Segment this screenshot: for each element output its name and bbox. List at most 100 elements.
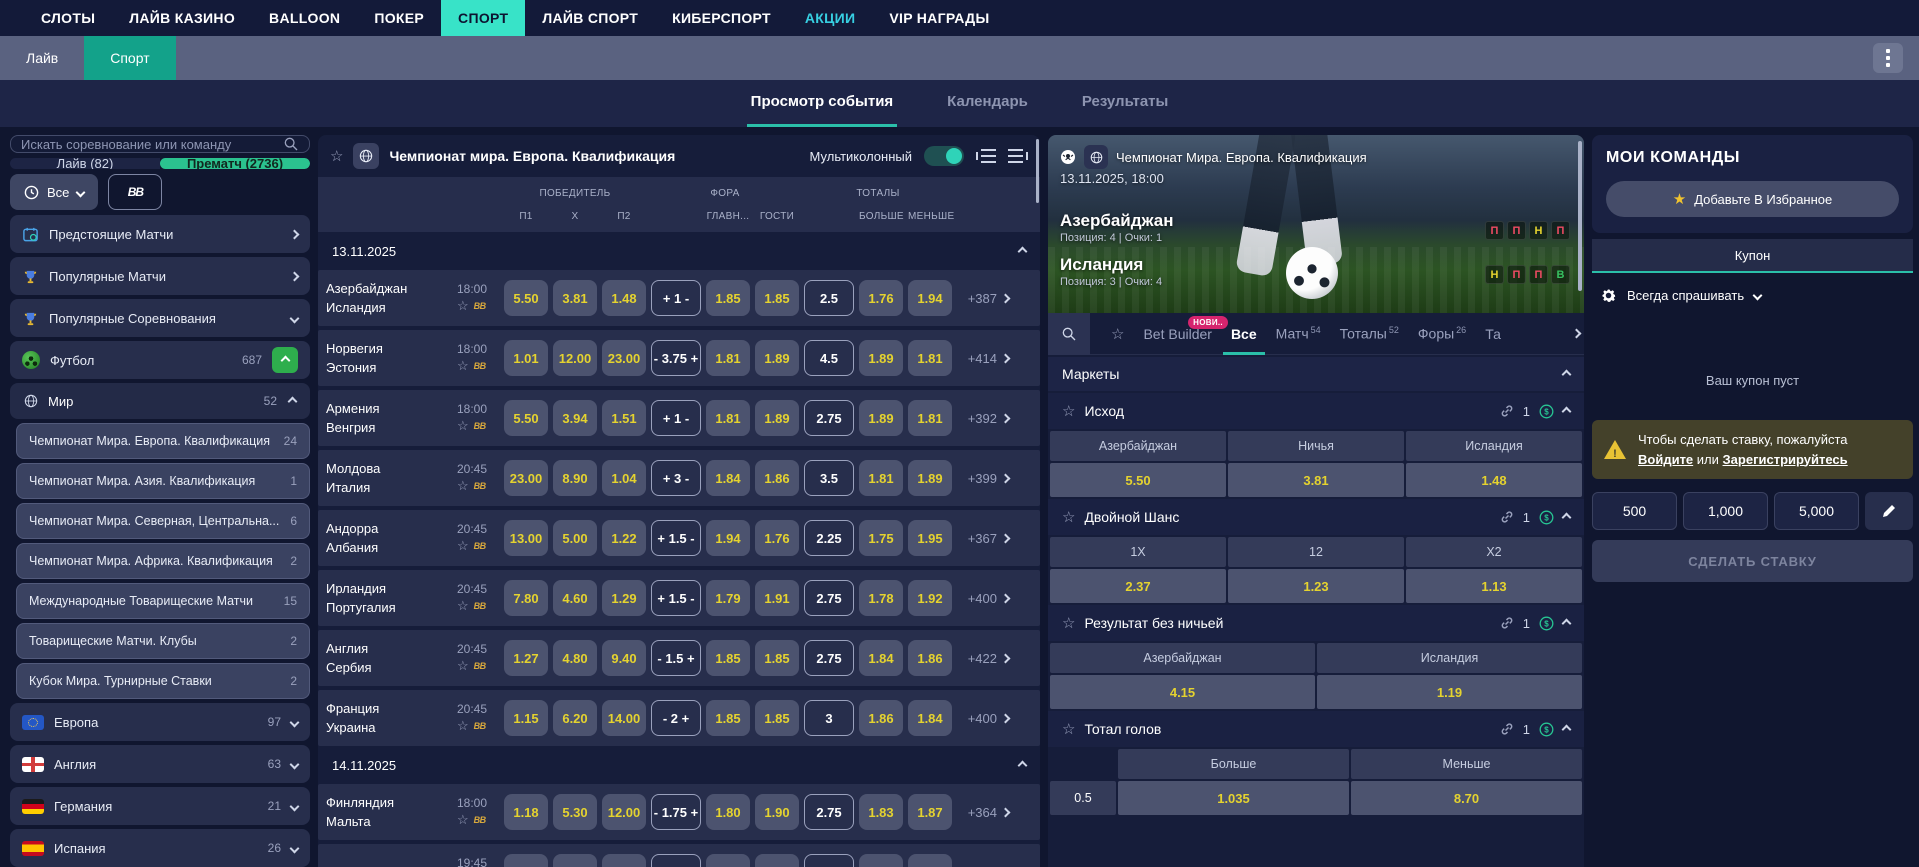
odds-button-handicap-home[interactable]: 1.85 [706, 280, 750, 316]
odds-button-handicap-home[interactable]: 1.85 [706, 700, 750, 736]
bet-builder-filter-button[interactable]: BB [108, 174, 163, 210]
match-row[interactable]: Англия Сербия 20:45 ☆ BB 1.27 4.80 9.40 -… [318, 630, 1040, 686]
date-group-header[interactable]: 13.11.2025 [318, 236, 1040, 266]
odds-button-p1[interactable]: 1.18 [504, 794, 548, 830]
odds-button-x[interactable]: 4.60 [553, 580, 597, 616]
subtab-sport[interactable]: Спорт [84, 36, 176, 80]
chevron-right-icon[interactable] [1000, 473, 1011, 483]
odds-button-over[interactable] [859, 854, 903, 867]
odds-button[interactable]: 1.13 [1406, 569, 1582, 603]
chevron-up-icon[interactable] [1561, 406, 1572, 416]
sidebar-league-item[interactable]: Товарищеские Матчи. Клубы 2 [16, 623, 310, 659]
multicolumn-toggle[interactable] [924, 146, 964, 166]
total-line-button[interactable]: 3 [804, 700, 854, 736]
market-header[interactable]: ☆ Исход 1 $ [1048, 393, 1584, 429]
odds-button-p2[interactable]: 1.29 [602, 580, 646, 616]
total-line-button[interactable]: 2.75 [804, 400, 854, 436]
total-line-button[interactable]: 2.5 [804, 280, 854, 316]
odds-button-x[interactable]: 5.00 [553, 520, 597, 556]
match-row[interactable]: Франция Украина 20:45 ☆ BB 1.15 6.20 14.0… [318, 690, 1040, 746]
odds-button-over[interactable]: 1.76 [859, 280, 903, 316]
more-markets-count[interactable]: +387 [957, 291, 997, 306]
odds-button-x[interactable]: 6.20 [553, 700, 597, 736]
more-markets-count[interactable]: +364 [957, 805, 997, 820]
search-input[interactable] [21, 136, 283, 152]
handicap-line-button[interactable]: - 3.75 + [651, 340, 701, 376]
handicap-line-button[interactable]: + 1.5 - [651, 580, 701, 616]
odds-button-under[interactable]: 1.92 [908, 580, 952, 616]
stake-button-5000[interactable]: 5,000 [1774, 492, 1859, 530]
total-line-button[interactable]: 3.5 [804, 460, 854, 496]
handicap-line-button[interactable]: + 1 - [651, 280, 701, 316]
handicap-line-button[interactable] [651, 854, 701, 867]
odds-button-p1[interactable]: 23.00 [504, 460, 548, 496]
bet-builder-icon[interactable]: BB [474, 361, 487, 371]
match-row[interactable]: Андорра Албания 20:45 ☆ BB 13.00 5.00 1.2… [318, 510, 1040, 566]
odds-button[interactable]: 1.23 [1228, 569, 1404, 603]
sidebar-league-item[interactable]: Чемпионат Мира. Африка. Квалификация 2 [16, 543, 310, 579]
tab-cut[interactable]: Та [1485, 326, 1501, 342]
chevron-up-icon[interactable] [1561, 618, 1572, 628]
bet-builder-icon[interactable]: BB [474, 421, 487, 431]
odds-button-handicap-away[interactable]: 1.91 [755, 580, 799, 616]
odds-button[interactable]: 4.15 [1050, 675, 1315, 709]
scrollbar-thumb[interactable] [1036, 139, 1039, 203]
odds-button-under[interactable]: 1.94 [908, 280, 952, 316]
nav-item-vip-rewards[interactable]: VIP НАГРАДЫ [872, 0, 1006, 36]
sidebar-league-item[interactable]: Кубок Мира. Турнирные Ставки 2 [16, 663, 310, 699]
market-header[interactable]: ☆ Результат без ничьей 1 $ [1048, 605, 1584, 641]
compact-view-icon[interactable] [1008, 149, 1028, 163]
odds-button-handicap-away[interactable]: 1.85 [755, 640, 799, 676]
odds-button-x[interactable]: 8.90 [553, 460, 597, 496]
chevron-up-icon[interactable] [1561, 724, 1572, 734]
sidebar-item-germany[interactable]: Германия 21 [10, 787, 310, 825]
nav-item-esports[interactable]: КИБЕРСПОРТ [655, 0, 788, 36]
favorite-star-icon[interactable]: ☆ [1062, 402, 1075, 420]
odds-button-p2[interactable]: 1.48 [602, 280, 646, 316]
place-bet-button[interactable]: СДЕЛАТЬ СТАВКУ [1592, 540, 1913, 582]
odds-button-p1[interactable]: 5.50 [504, 400, 548, 436]
tab-calendar[interactable]: Календарь [943, 93, 1032, 127]
odds-button-x[interactable]: 12.00 [553, 340, 597, 376]
odds-button-p2[interactable]: 1.22 [602, 520, 646, 556]
odds-button-handicap-away[interactable]: 1.76 [755, 520, 799, 556]
odds-button-p1[interactable] [504, 854, 548, 867]
more-markets-count[interactable]: +399 [957, 471, 997, 486]
bet-builder-icon[interactable]: BB [474, 301, 487, 311]
chevron-right-icon[interactable] [1000, 353, 1011, 363]
odds-button-over[interactable]: 1.035 [1118, 781, 1349, 815]
odds-button-p1[interactable]: 1.27 [504, 640, 548, 676]
odds-button-over[interactable]: 1.78 [859, 580, 903, 616]
edit-stake-button[interactable] [1865, 492, 1913, 530]
odds-button-over[interactable]: 1.81 [859, 460, 903, 496]
sidebar-league-item[interactable]: Чемпионат Мира. Северная, Центральна... … [16, 503, 310, 539]
sidebar-league-item[interactable]: Чемпионат Мира. Азия. Квалификация 1 [16, 463, 310, 499]
time-filter-dropdown[interactable]: Все [10, 174, 99, 210]
subtab-live[interactable]: Лайв [0, 36, 84, 80]
odds-button-handicap-away[interactable] [755, 854, 799, 867]
chevron-up-icon[interactable] [1561, 512, 1572, 522]
nav-item-live-sport[interactable]: ЛАЙВ СПОРТ [525, 0, 655, 36]
match-row[interactable]: Люксембург 19:45 ☆BB [318, 844, 1040, 867]
sidebar-item-europe[interactable]: Европа 97 [10, 703, 310, 741]
odds-button-over[interactable]: 1.89 [859, 400, 903, 436]
chevron-right-icon[interactable] [1000, 593, 1011, 603]
bet-builder-icon[interactable]: BB [474, 601, 487, 611]
odds-button-p2[interactable]: 1.04 [602, 460, 646, 496]
odds-button-under[interactable] [908, 854, 952, 867]
odds-button-handicap-home[interactable]: 1.85 [706, 640, 750, 676]
prematch-toggle-button[interactable]: Прематч (2736) [160, 158, 310, 169]
match-row[interactable]: Ирландия Португалия 20:45 ☆ BB 7.80 4.60 … [318, 570, 1040, 626]
bet-builder-icon[interactable]: BB [474, 721, 487, 731]
odds-button-p2[interactable] [602, 854, 646, 867]
more-markets-count[interactable]: +422 [957, 651, 997, 666]
nav-item-poker[interactable]: ПОКЕР [357, 0, 441, 36]
odds-button-over[interactable]: 1.84 [859, 640, 903, 676]
odds-button[interactable]: 1.48 [1406, 463, 1582, 497]
bet-builder-icon[interactable]: BB [474, 541, 487, 551]
handicap-line-button[interactable]: + 1 - [651, 400, 701, 436]
odds-button-over[interactable]: 1.89 [859, 340, 903, 376]
match-row[interactable]: Молдова Италия 20:45 ☆ BB 23.00 8.90 1.04… [318, 450, 1040, 506]
market-header[interactable]: ☆ Тотал голов 1 $ [1048, 711, 1584, 747]
tab-all-markets[interactable]: Все [1223, 326, 1265, 355]
